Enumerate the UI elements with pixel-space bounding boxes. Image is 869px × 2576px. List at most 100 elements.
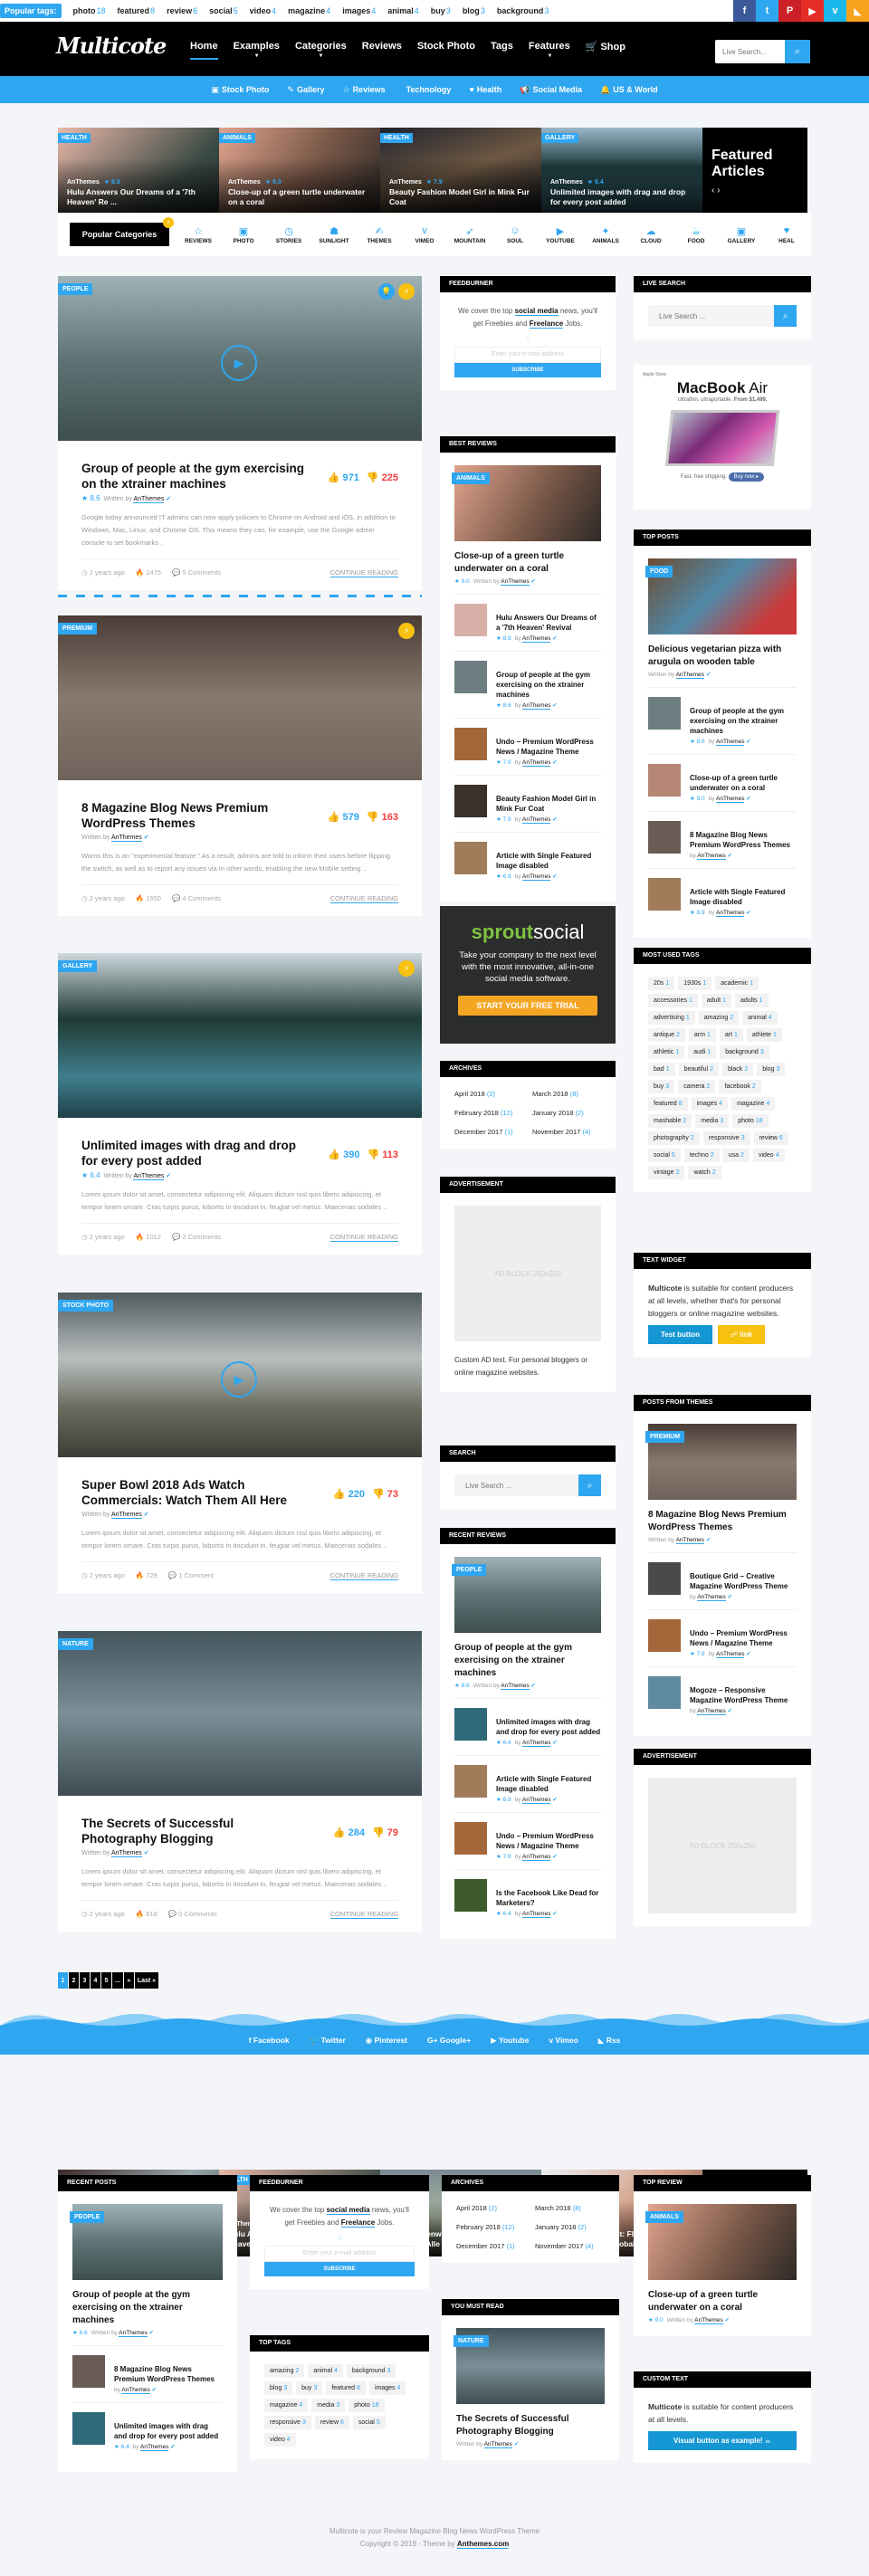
tag-link[interactable]: featured8 [326,2381,366,2395]
footer-social-link[interactable]: G+ Google+ [427,2036,471,2045]
nav-item[interactable]: Examples ▼ [234,41,280,59]
author-link[interactable]: AnThemes [133,496,165,503]
tag-link[interactable]: 20s 1 [648,977,675,990]
archive-link[interactable]: December 2017 (1) [454,1128,523,1136]
archive-link[interactable]: February 2018 (12) [456,2223,526,2231]
footer-social-link[interactable]: ▶ Youtube [491,2036,529,2046]
item-thumbnail[interactable] [454,785,487,817]
youtube-icon[interactable]: ▶ [801,0,824,22]
tag-link[interactable]: images4 [691,1097,729,1111]
item-thumbnail[interactable] [648,697,681,730]
footer-social-link[interactable]: f Facebook [249,2036,290,2045]
visual-button[interactable]: Visual button as example! ☕ [648,2431,797,2450]
card-title[interactable]: Close-up of a green turtle underwater on… [228,187,373,207]
author-link[interactable]: AnThemes [716,1651,745,1658]
author-link[interactable]: AnThemes [716,739,745,746]
bolt-icon[interactable]: ⚡ [398,960,415,977]
subscribe-button[interactable]: SUBSCRIBE [454,363,601,377]
category-item[interactable]: ✍ THEMES [363,225,396,244]
item-title[interactable]: Mogoze – Responsive Magazine WordPress T… [690,1685,797,1705]
anthemes-link[interactable]: Anthemes.com [456,2540,510,2549]
tag-link[interactable]: advertising 1 [648,1011,695,1025]
category-item[interactable]: v VIMEO [408,225,441,244]
post-title[interactable]: The Secrets of Successful Photography Bl… [81,1816,312,1846]
post-comments[interactable]: 💬 4 Comments [172,894,221,903]
vimeo-icon[interactable]: v [824,0,846,22]
like-button[interactable]: 👍 971 [328,472,359,483]
item-title[interactable]: Hulu Answers Our Dreams of a '7th Heaven… [496,613,601,633]
author-link[interactable]: AnThemes [550,179,583,186]
item-thumbnail[interactable] [454,1822,487,1855]
tag-link[interactable]: responsive 3 [264,2416,311,2429]
item-title[interactable]: Unlimited images with drag and drop for … [496,1717,601,1737]
featured-image[interactable]: PREMIUM [645,1424,797,1500]
item-title[interactable]: Close-up of a green turtle underwater on… [648,2289,797,2314]
tag-link[interactable]: magazine4 [288,6,330,15]
site-logo[interactable]: Multicote [56,33,167,59]
tag-link[interactable]: media 3 [695,1114,730,1128]
article-card[interactable]: HEALTH AnThemes ★ 7.9 Beauty Fashion Model … [380,128,541,215]
author-link[interactable]: AnThemes [110,835,142,842]
item-thumbnail[interactable] [648,821,681,854]
item-thumbnail[interactable] [648,878,681,911]
continue-reading-link[interactable]: CONTINUE READING [329,1910,398,1919]
continue-reading-link[interactable]: CONTINUE READING [329,568,398,577]
item-thumbnail[interactable] [72,2412,105,2445]
tag-link[interactable]: background3 [346,2364,396,2378]
category-badge[interactable]: PEOPLE [58,283,93,295]
item-thumbnail[interactable] [648,1676,681,1709]
sidebar-search-input[interactable] [454,1474,578,1496]
post-comments[interactable]: 💬 1 Comment [168,1571,214,1580]
item-title[interactable]: The Secrets of Successful Photography Bl… [456,2413,605,2438]
post-image[interactable]: STOCK PHOTO ▶ [58,1293,422,1457]
dislike-button[interactable]: 👎 163 [367,812,398,823]
nav-item[interactable]: 🛒 Shop [586,41,625,52]
dislike-button[interactable]: 👎 73 [372,1489,398,1500]
item-title[interactable]: 8 Magazine Blog News Premium WordPress T… [114,2364,223,2384]
tag-link[interactable]: beautiful 2 [678,1063,719,1076]
footer-social-link[interactable]: v Vimeo [549,2036,578,2045]
subscribe-button[interactable]: SUBSCRIBE [264,2262,415,2276]
tag-link[interactable]: watch 2 [688,1166,721,1179]
author-link[interactable]: AnThemes [389,179,422,186]
tag-link[interactable]: arm 1 [688,1028,716,1042]
category-badge[interactable]: PEOPLE [70,2211,105,2223]
tag-link[interactable]: adults 1 [734,994,769,1007]
dislike-button[interactable]: 👎 79 [372,1827,398,1838]
post-image[interactable]: NATURE [58,1631,422,1796]
author-link[interactable]: AnThemes [697,853,726,860]
archive-link[interactable]: March 2018 (8) [532,1090,601,1098]
item-title[interactable]: Undo – Premium WordPress News / Magazine… [496,1831,601,1851]
author-link[interactable]: AnThemes [697,1708,726,1715]
item-title[interactable]: Unlimited images with drag and drop for … [114,2421,223,2441]
item-title[interactable]: Article with Single Featured Image disab… [496,1774,601,1794]
play-icon[interactable]: ▶ [221,345,257,381]
author-link[interactable]: AnThemes [140,2444,169,2451]
search-icon[interactable]: ⌕ [774,305,797,327]
author-link[interactable]: AnThemes [522,1797,551,1804]
archive-link[interactable]: March 2018 (8) [535,2204,605,2212]
footer-social-link[interactable]: ◣ Rss [598,2036,621,2046]
tag-link[interactable]: camera 2 [678,1080,716,1093]
nav-item[interactable]: Features ▼ [529,41,570,59]
like-button[interactable]: 👍 390 [328,1150,359,1160]
tag-link[interactable]: mashable 2 [648,1114,692,1128]
category-item[interactable]: ☺ SOUL [499,225,531,244]
footer-social-link[interactable]: 🐦 Twitter [310,2036,346,2046]
tag-link[interactable]: social5 [648,1149,681,1162]
item-thumbnail[interactable] [454,1879,487,1912]
tag-link[interactable]: photography 2 [648,1131,700,1145]
email-field[interactable]: Enter your e-mail address [454,347,601,363]
tag-link[interactable]: antique 2 [648,1028,685,1042]
free-trial-button[interactable]: START YOUR FREE TRIAL [458,996,597,1016]
page-link[interactable]: Last » [134,1972,159,1989]
tag-link[interactable]: animal4 [387,6,419,15]
author-link[interactable]: AnThemes [67,179,100,186]
tag-link[interactable]: social5 [209,6,238,15]
archive-link[interactable]: November 2017 (4) [532,1128,601,1136]
tag-link[interactable]: images4 [368,2381,406,2395]
tag-link[interactable]: photo18 [349,2399,385,2412]
post-title[interactable]: Unlimited images with drag and drop for … [81,1138,312,1169]
tag-link[interactable]: audi 1 [688,1045,717,1059]
bolt-icon[interactable]: ⚡ [398,623,415,639]
